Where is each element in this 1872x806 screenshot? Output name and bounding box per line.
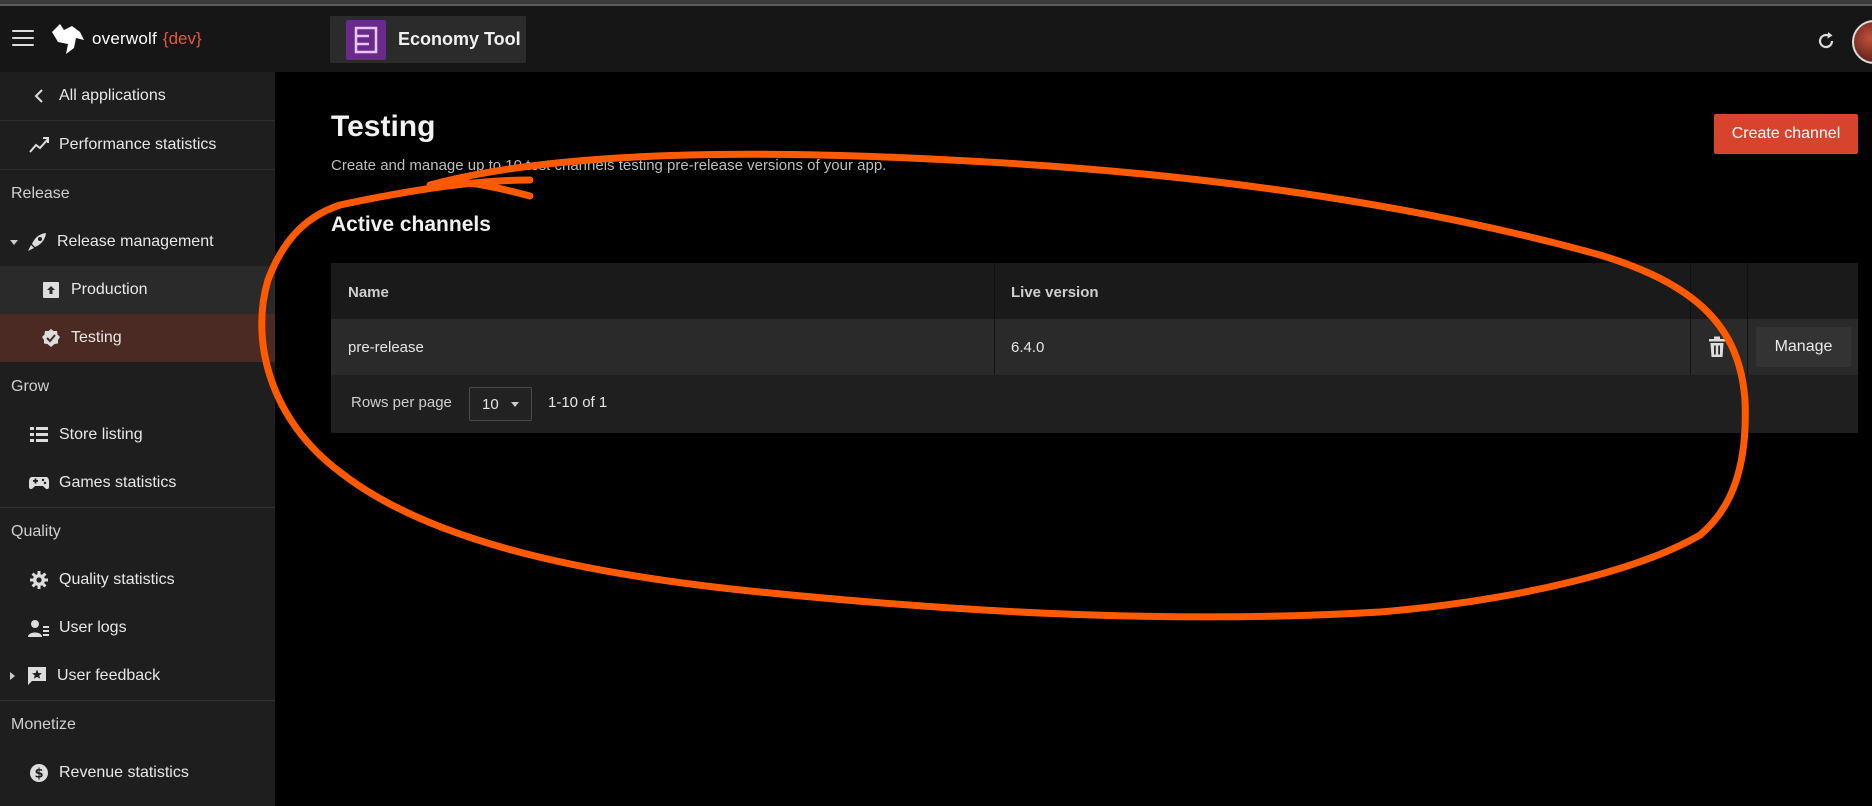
app-selector[interactable]: Economy Tool <box>330 16 526 63</box>
sidebar-item-label: Store listing <box>59 426 143 443</box>
sidebar-item-label: Testing <box>71 329 122 346</box>
column-separator <box>1690 263 1691 375</box>
chevron-left-icon <box>28 85 50 107</box>
sidebar-item-production[interactable]: Production <box>0 266 275 314</box>
sidebar-item-label: Revenue statistics <box>59 764 189 781</box>
economy-tool-app-icon <box>346 19 386 60</box>
refresh-icon[interactable] <box>1815 30 1837 52</box>
sidebar-item-revenue-statistics[interactable]: $ Revenue statistics <box>0 749 275 797</box>
channel-live-version: 6.4.0 <box>1011 339 1045 356</box>
sidebar-item-quality-statistics[interactable]: Quality statistics <box>0 556 275 604</box>
trash-icon[interactable] <box>1707 336 1727 358</box>
page-subtitle: Create and manage up to 10 test channels… <box>331 157 887 174</box>
trend-chart-icon <box>28 134 50 156</box>
table-pagination: Rows per page 10 1-10 of 1 <box>331 375 1858 433</box>
sidebar-item-store-listing[interactable]: Store listing <box>0 411 275 459</box>
section-label-release: Release <box>11 185 70 202</box>
rows-per-page-select[interactable]: 10 <box>469 387 532 421</box>
gamepad-icon <box>28 472 50 494</box>
column-separator <box>994 263 995 375</box>
verified-badge-icon <box>40 327 62 349</box>
sidebar-item-release-management[interactable]: Release management <box>0 218 275 266</box>
sidebar-item-testing[interactable]: Testing <box>0 314 275 362</box>
svg-text:$: $ <box>34 767 43 782</box>
column-header-name[interactable]: Name <box>348 284 389 301</box>
app-name: Economy Tool <box>398 29 521 49</box>
table-header: Name Live version <box>331 263 1858 319</box>
caret-right-icon <box>10 672 15 680</box>
channel-name: pre-release <box>348 339 424 356</box>
top-header: overwolf {dev} Economy Tool <box>0 6 1872 72</box>
sidebar-item-label: Quality statistics <box>59 571 175 588</box>
logo-dev-text: {dev} <box>162 29 202 48</box>
manage-button[interactable]: Manage <box>1756 327 1851 367</box>
sidebar-item-user-logs[interactable]: User logs <box>0 604 275 652</box>
pagination-range: 1-10 of 1 <box>548 394 608 411</box>
channels-table: Name Live version pre-release 6.4.0 Mana… <box>331 263 1858 433</box>
archive-upload-icon <box>40 279 62 301</box>
sidebar-item-games-statistics[interactable]: Games statistics <box>0 459 275 507</box>
section-label-grow: Grow <box>11 378 50 395</box>
list-icon <box>28 424 50 446</box>
page-title: Testing <box>331 110 436 143</box>
section-label-monetize: Monetize <box>11 716 76 733</box>
active-channels-heading: Active channels <box>331 213 491 236</box>
sidebar-item-label: Release management <box>57 233 214 250</box>
sidebar-item-label: User logs <box>59 619 127 636</box>
chevron-down-icon <box>511 402 519 407</box>
sidebar-item-performance-statistics[interactable]: Performance statistics <box>0 121 275 169</box>
sidebar-item-label: Production <box>71 281 148 298</box>
user-list-icon <box>28 617 50 639</box>
gear-icon <box>28 569 50 591</box>
column-header-live-version[interactable]: Live version <box>1011 284 1099 301</box>
rows-per-page-value: 10 <box>482 395 499 413</box>
sidebar-divider <box>0 169 275 170</box>
user-avatar[interactable] <box>1852 20 1872 64</box>
rocket-icon <box>26 231 48 253</box>
sidebar-item-all-applications[interactable]: All applications <box>0 72 275 120</box>
hamburger-menu-icon[interactable] <box>12 30 34 48</box>
sidebar-divider <box>0 700 275 701</box>
create-channel-button[interactable]: Create channel <box>1714 114 1858 154</box>
sidebar-item-label: All applications <box>59 87 166 104</box>
dollar-circle-icon: $ <box>28 762 50 784</box>
sidebar-item-label: Performance statistics <box>59 136 217 153</box>
rows-per-page-label: Rows per page <box>351 394 452 411</box>
sidebar: All applications Performance statistics … <box>0 72 275 806</box>
feedback-star-icon <box>26 665 48 687</box>
logo-text: overwolf <box>92 29 157 48</box>
section-label-quality: Quality <box>11 523 61 540</box>
sidebar-item-label: Games statistics <box>59 474 177 491</box>
sidebar-divider <box>0 507 275 508</box>
table-row: pre-release 6.4.0 Manage <box>331 319 1858 375</box>
sidebar-item-label: User feedback <box>57 667 161 684</box>
sidebar-item-user-feedback[interactable]: User feedback <box>0 652 275 700</box>
overwolf-logo[interactable]: overwolf {dev} <box>50 22 202 56</box>
caret-down-icon <box>10 240 18 245</box>
column-separator <box>1747 263 1748 375</box>
wolf-logo-icon <box>52 24 84 54</box>
